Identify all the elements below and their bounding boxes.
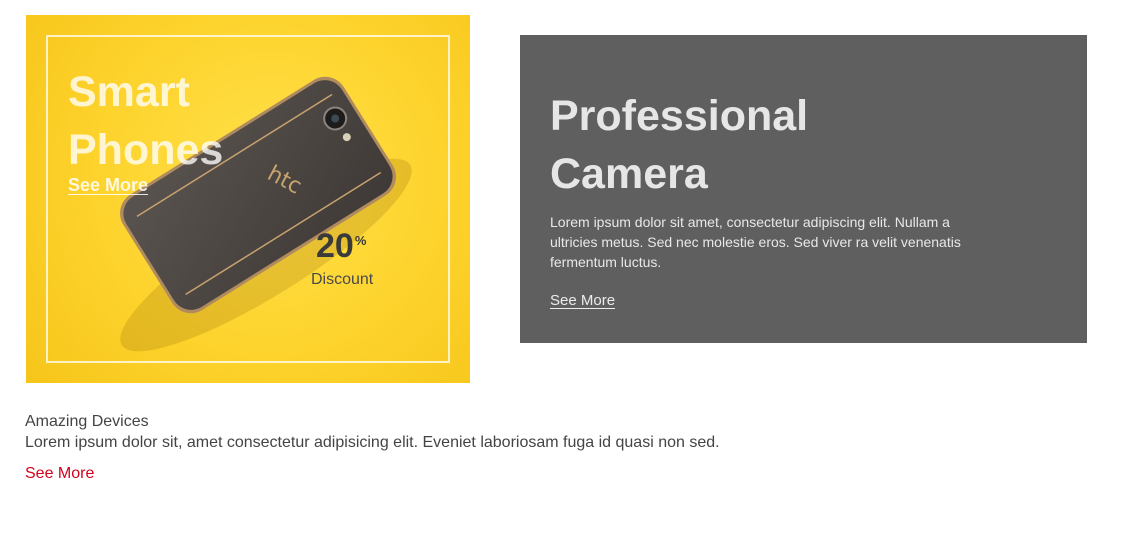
smart-phones-see-more-link[interactable]: See More — [68, 175, 148, 196]
discount-number: 20 — [316, 227, 354, 265]
amazing-devices-heading: Amazing Devices — [25, 413, 149, 430]
discount-label: Discount — [311, 271, 374, 288]
smart-phones-promo: htc Smart Phones See More 20% Discount — [26, 15, 470, 383]
professional-camera-description: Lorem ipsum dolor sit amet, consectetur … — [550, 214, 961, 270]
professional-camera-promo: Professional Camera Lorem ipsum dolor si… — [520, 35, 1087, 343]
amazing-devices-description: Lorem ipsum dolor sit, amet consectetur … — [25, 434, 720, 451]
smart-phones-title: Smart Phones — [68, 68, 224, 174]
amazing-devices-see-more-link[interactable]: See More — [25, 465, 94, 483]
discount-value: 20% — [316, 227, 366, 266]
professional-camera-see-more-link[interactable]: See More — [550, 292, 615, 309]
percent-sign: % — [354, 233, 367, 248]
professional-camera-title: Professional Camera — [550, 92, 809, 198]
